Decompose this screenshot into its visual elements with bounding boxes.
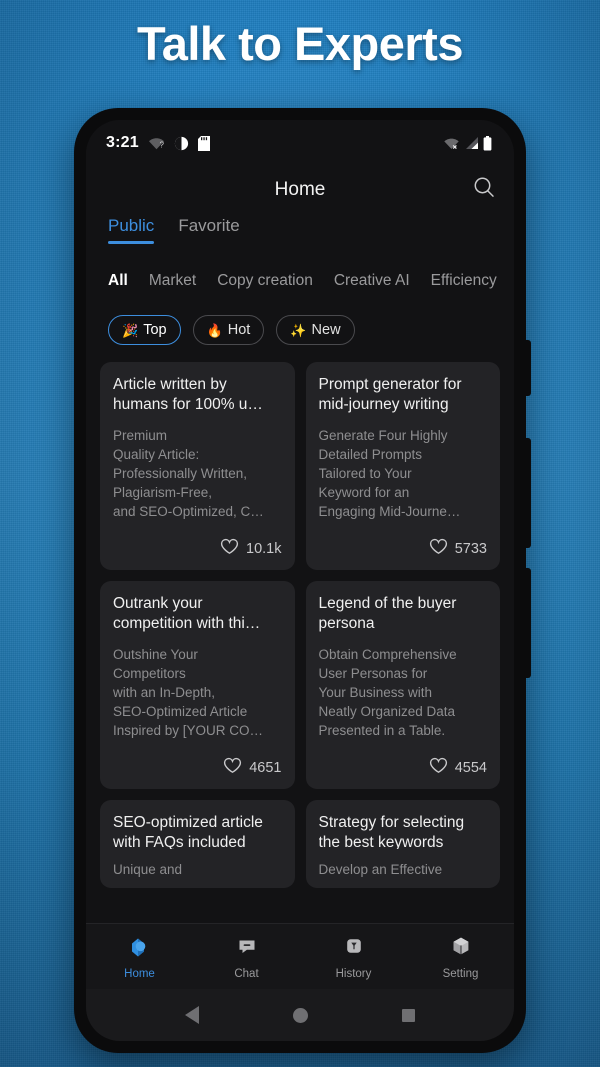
history-badge-icon [342, 934, 366, 963]
chip-hot-label: Hot [227, 322, 251, 338]
nav-label-history: History [335, 967, 372, 980]
home-circle-icon[interactable] [293, 1007, 308, 1023]
prompt-card[interactable]: Article written by humans for 100% u… Pr… [100, 362, 295, 570]
heart-icon[interactable] [429, 757, 448, 779]
sort-chip-row: 🎉 Top 🔥 Hot ✨ New [86, 304, 514, 356]
status-bar: 3:21 ? [86, 120, 514, 166]
status-clock: 3:21 [106, 134, 139, 151]
heart-icon[interactable] [220, 538, 239, 560]
category-creative-ai[interactable]: Creative AI [334, 272, 410, 290]
category-efficiency[interactable]: Efficiency [431, 272, 497, 290]
prompt-card-title: Prompt generator for mid-journey writing [318, 376, 462, 413]
nav-item-home[interactable]: Home [86, 934, 193, 980]
prompt-card-description: Obtain Comprehensive User Personas for Y… [318, 646, 457, 739]
prompt-card-title: Legend of the buyer persona [318, 595, 457, 632]
category-market[interactable]: Market [149, 272, 196, 290]
prompt-card[interactable]: Prompt generator for mid-journey writing… [305, 362, 500, 570]
prompt-card-footer: 4554 [319, 757, 487, 779]
cube-icon [449, 934, 473, 963]
like-count: 10.1k [246, 541, 282, 557]
phone-frame: 3:21 ? Home Public Favorite All Market C… [74, 108, 531, 1053]
fire-icon: 🔥 [206, 322, 223, 338]
nav-label-chat: Chat [234, 967, 259, 980]
promo-headline: Talk to Experts [137, 17, 463, 70]
battery-icon [483, 135, 492, 151]
search-icon[interactable] [472, 176, 496, 205]
chip-top-label: Top [143, 322, 167, 338]
svg-text:?: ? [159, 141, 164, 150]
page-title: Home [274, 179, 326, 200]
phone-screen: 3:21 ? Home Public Favorite All Market C… [86, 120, 514, 1041]
phone-side-button-volume-up[interactable] [525, 438, 531, 548]
prompt-card-title: Outrank your competition with thi… [113, 595, 261, 632]
home-cube-icon [128, 934, 152, 963]
phone-side-button-volume-down[interactable] [525, 568, 531, 678]
wifi-off-icon [443, 136, 460, 150]
prompt-card-description: Generate Four Highly Detailed Prompts Ta… [318, 427, 461, 520]
like-count: 5733 [454, 541, 487, 557]
phone-side-button-top[interactable] [525, 340, 531, 396]
category-filter-row[interactable]: All Market Copy creation Creative AI Eff… [86, 258, 514, 304]
prompt-card-description: Unique and [113, 862, 183, 878]
prompt-card-description: Outshine Your Competitors with an In-Dep… [113, 646, 264, 739]
nav-item-history[interactable]: History [300, 934, 407, 980]
chip-hot[interactable]: 🔥 Hot [192, 315, 265, 345]
heart-icon[interactable] [223, 757, 242, 779]
bottom-navigation: Home Chat History Setting [86, 923, 514, 989]
like-count: 4554 [454, 760, 487, 776]
prompt-card[interactable]: Legend of the buyer persona Obtain Compr… [305, 581, 500, 789]
chip-new[interactable]: ✨ New [276, 315, 355, 345]
prompt-card-description: Premium Quality Article: Professionally … [113, 427, 264, 520]
status-bar-right [443, 135, 492, 151]
prompt-card-footer: 5733 [319, 538, 487, 560]
like-count: 4651 [249, 760, 282, 776]
nav-item-chat[interactable]: Chat [193, 934, 300, 980]
wifi-question-icon: ? [148, 136, 165, 150]
tab-public[interactable]: Public [108, 216, 155, 244]
prompt-card-title: Strategy for selecting the best keywords [318, 814, 465, 850]
do-not-disturb-icon [174, 136, 189, 151]
prompt-card-footer: 10.1k [113, 538, 282, 560]
prompt-card[interactable]: Strategy for selecting the best keywords… [305, 800, 500, 888]
chip-top[interactable]: 🎉 Top [108, 315, 181, 345]
prompt-card-title: SEO-optimized article with FAQs included [113, 814, 263, 850]
status-bar-left: 3:21 ? [106, 134, 210, 152]
prompt-card-description: Develop an Effective [318, 862, 443, 878]
nav-label-setting: Setting [442, 967, 479, 980]
sparkles-icon: ✨ [290, 322, 307, 338]
prompt-card[interactable]: Outrank your competition with thi… Outsh… [100, 581, 295, 789]
category-all[interactable]: All [108, 272, 128, 290]
sd-card-icon [197, 135, 210, 151]
segment-tabs: Public Favorite [86, 214, 514, 258]
prompt-card-grid: Article written by humans for 100% u… Pr… [86, 356, 514, 923]
chip-new-label: New [311, 322, 341, 338]
nav-label-home: Home [124, 967, 155, 980]
prompt-card-title: Article written by humans for 100% u… [113, 376, 263, 413]
recents-square-icon[interactable] [402, 1008, 415, 1022]
tab-favorite[interactable]: Favorite [178, 216, 239, 244]
heart-icon[interactable] [429, 538, 448, 560]
prompt-card[interactable]: SEO-optimized article with FAQs included… [100, 800, 295, 888]
back-triangle-icon[interactable] [185, 1006, 199, 1024]
category-copy-creation[interactable]: Copy creation [217, 272, 313, 290]
nav-item-setting[interactable]: Setting [407, 934, 514, 980]
party-popper-icon: 🎉 [122, 322, 139, 338]
chat-bubble-icon [235, 934, 259, 963]
app-bar: Home [86, 166, 514, 214]
cellular-signal-icon [464, 136, 479, 150]
prompt-card-footer: 4651 [113, 757, 282, 779]
android-navigation-bar [86, 989, 514, 1041]
